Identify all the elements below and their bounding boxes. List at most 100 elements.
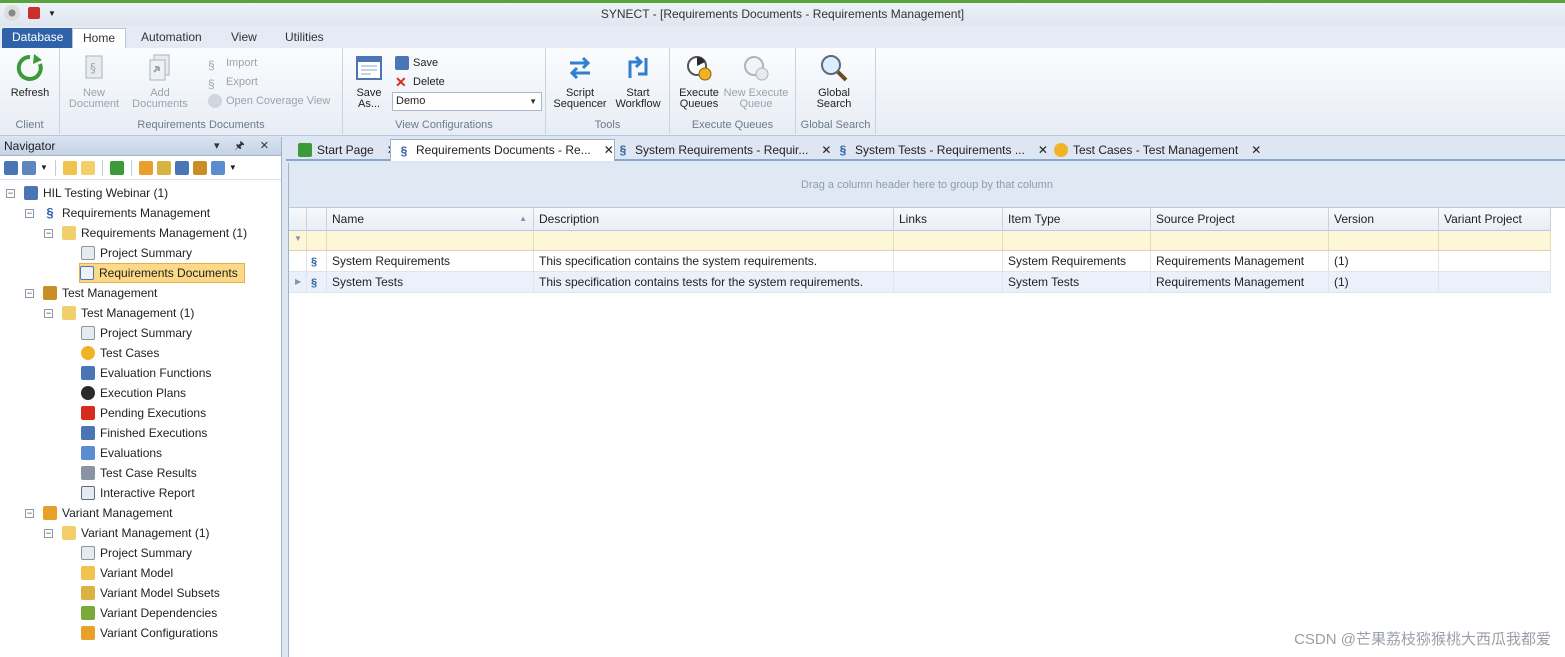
- filter-cell-variant-project[interactable]: [1439, 231, 1551, 251]
- bookmark-tool-icon[interactable]: [22, 160, 36, 175]
- cell-source-project[interactable]: Requirements Management: [1151, 251, 1329, 272]
- sync-icon[interactable]: [109, 160, 124, 175]
- execute-queues-button[interactable]: Execute Queues: [676, 52, 722, 110]
- tree-item-pending-executions[interactable]: Pending Executions: [81, 403, 206, 423]
- view-configuration-select[interactable]: Demo ▼: [392, 92, 542, 111]
- cell-name[interactable]: System Tests: [327, 272, 534, 293]
- column-header-description[interactable]: Description: [534, 208, 894, 231]
- column-header-links[interactable]: Links: [894, 208, 1003, 231]
- checklist-tool-icon[interactable]: [210, 160, 225, 175]
- export-button[interactable]: § Export: [208, 73, 258, 91]
- save-button[interactable]: Save: [395, 54, 438, 72]
- cell-item-type[interactable]: System Requirements: [1003, 251, 1151, 272]
- import-button[interactable]: § Import: [208, 54, 257, 72]
- tree-item-project-summary[interactable]: Project Summary: [81, 243, 192, 263]
- column-header-name[interactable]: Name ▲: [327, 208, 534, 231]
- tab-database[interactable]: Database: [2, 28, 74, 48]
- folder-icon[interactable]: [80, 160, 95, 175]
- new-execute-queue-button[interactable]: New Execute Queue: [722, 52, 790, 110]
- folder-add-icon[interactable]: [62, 160, 77, 175]
- collapse-toggle[interactable]: −: [25, 509, 34, 518]
- open-coverage-view-button[interactable]: Open Coverage View: [208, 92, 330, 110]
- tree-item-test-cases[interactable]: Test Cases: [81, 343, 159, 363]
- column-header-item-type[interactable]: Item Type: [1003, 208, 1151, 231]
- cell-variant-project[interactable]: [1439, 272, 1551, 293]
- collapse-toggle[interactable]: −: [25, 289, 34, 298]
- dropdown-arrow-icon[interactable]: ▼: [40, 163, 48, 172]
- cell-name[interactable]: System Requirements: [327, 251, 534, 272]
- panel-controls[interactable]: ▾ 🖈 ✕: [214, 137, 275, 155]
- cell-source-project[interactable]: Requirements Management: [1151, 272, 1329, 293]
- tree-item-variant-dependencies[interactable]: Variant Dependencies: [81, 603, 217, 623]
- requirements-tool-icon[interactable]: [174, 160, 189, 175]
- tab-test-cases[interactable]: Test Cases - Test Management ✕: [1048, 139, 1261, 161]
- tree-item-test-management-1[interactable]: Test Management (1): [62, 303, 194, 323]
- cell-variant-project[interactable]: [1439, 251, 1551, 272]
- cell-description[interactable]: This specification contains tests for th…: [534, 272, 894, 293]
- tree-item-evaluation-functions[interactable]: Evaluation Functions: [81, 363, 211, 383]
- cell-description[interactable]: This specification contains the system r…: [534, 251, 894, 272]
- tab-view[interactable]: View: [221, 28, 267, 48]
- column-header-source-project[interactable]: Source Project: [1151, 208, 1329, 231]
- tree-item-interactive-report[interactable]: Interactive Report: [81, 483, 195, 503]
- new-document-button[interactable]: § New Document: [64, 52, 124, 110]
- tree-item-finished-executions[interactable]: Finished Executions: [81, 423, 207, 443]
- tab-system-requirements[interactable]: § System Requirements - Requir... ✕: [610, 139, 832, 161]
- tree-item-test-management[interactable]: Test Management: [43, 283, 157, 303]
- filter-cell-item-type[interactable]: [1003, 231, 1151, 251]
- tab-start-page[interactable]: Start Page ✕: [292, 139, 397, 161]
- tab-home[interactable]: Home: [72, 28, 127, 48]
- collapse-toggle[interactable]: −: [44, 229, 53, 238]
- cell-version[interactable]: (1): [1329, 272, 1439, 293]
- cell-links[interactable]: [894, 251, 1003, 272]
- filter-cell-version[interactable]: [1329, 231, 1439, 251]
- tree-item-requirements-management-1[interactable]: Requirements Management (1): [62, 223, 247, 243]
- collapse-toggle[interactable]: −: [6, 189, 15, 198]
- filter-cell-name[interactable]: [327, 231, 534, 251]
- project-tool-icon[interactable]: [4, 160, 18, 175]
- delete-button[interactable]: ✕ Delete: [395, 73, 445, 91]
- add-documents-button[interactable]: Add Documents: [130, 52, 190, 110]
- collapse-toggle[interactable]: −: [44, 529, 53, 538]
- tab-system-tests[interactable]: § System Tests - Requirements ... ✕: [830, 139, 1048, 161]
- filter-cell-source-project[interactable]: [1151, 231, 1329, 251]
- script-sequencer-button[interactable]: Script Sequencer: [552, 52, 608, 110]
- tree-item-evaluations[interactable]: Evaluations: [81, 443, 162, 463]
- variant-tool-icon[interactable]: [138, 160, 153, 175]
- tree-item-variant-management[interactable]: Variant Management: [43, 503, 173, 523]
- global-search-button[interactable]: Global Search: [806, 52, 862, 110]
- collapse-toggle[interactable]: −: [25, 209, 34, 218]
- filter-cell[interactable]: [307, 231, 327, 251]
- tree-item-project[interactable]: HIL Testing Webinar (1): [24, 183, 168, 203]
- tab-requirements-documents[interactable]: § Requirements Documents - Re... ✕: [390, 139, 615, 161]
- tree-item-project-summary[interactable]: Project Summary: [81, 543, 192, 563]
- cell-links[interactable]: [894, 272, 1003, 293]
- tree-item-test-case-results[interactable]: Test Case Results: [81, 463, 197, 483]
- tree-item-requirements-documents[interactable]: Requirements Documents: [79, 263, 245, 283]
- tree-item-variant-configurations[interactable]: Variant Configurations: [81, 623, 218, 643]
- column-header-variant-project[interactable]: Variant Project: [1439, 208, 1551, 231]
- tree-item-variant-model-subsets[interactable]: Variant Model Subsets: [81, 583, 220, 603]
- collapse-toggle[interactable]: −: [44, 309, 53, 318]
- save-as-button[interactable]: Save As...: [351, 52, 387, 110]
- tab-utilities[interactable]: Utilities: [275, 28, 334, 48]
- refresh-button[interactable]: Refresh: [6, 52, 54, 99]
- filter-cell-description[interactable]: [534, 231, 894, 251]
- tab-automation[interactable]: Automation: [131, 28, 212, 48]
- close-icon[interactable]: ✕: [1251, 140, 1261, 161]
- tree-item-variant-management-1[interactable]: Variant Management (1): [62, 523, 210, 543]
- tree-item-execution-plans[interactable]: Execution Plans: [81, 383, 186, 403]
- filter-cell-links[interactable]: [894, 231, 1003, 251]
- test-management-tool-icon[interactable]: [192, 160, 207, 175]
- column-header-version[interactable]: Version: [1329, 208, 1439, 231]
- group-by-area[interactable]: Drag a column header here to group by th…: [289, 163, 1565, 208]
- cell-version[interactable]: (1): [1329, 251, 1439, 272]
- start-workflow-button[interactable]: Start Workflow: [610, 52, 666, 110]
- dropdown-arrow-icon[interactable]: ▼: [229, 163, 237, 172]
- test-tool-icon[interactable]: [156, 160, 171, 175]
- close-icon[interactable]: ✕: [1038, 140, 1048, 161]
- tree-item-variant-model[interactable]: Variant Model: [81, 563, 173, 583]
- cell-item-type[interactable]: System Tests: [1003, 272, 1151, 293]
- tree-item-requirements-management[interactable]: § Requirements Management: [43, 203, 210, 223]
- tree-item-project-summary[interactable]: Project Summary: [81, 323, 192, 343]
